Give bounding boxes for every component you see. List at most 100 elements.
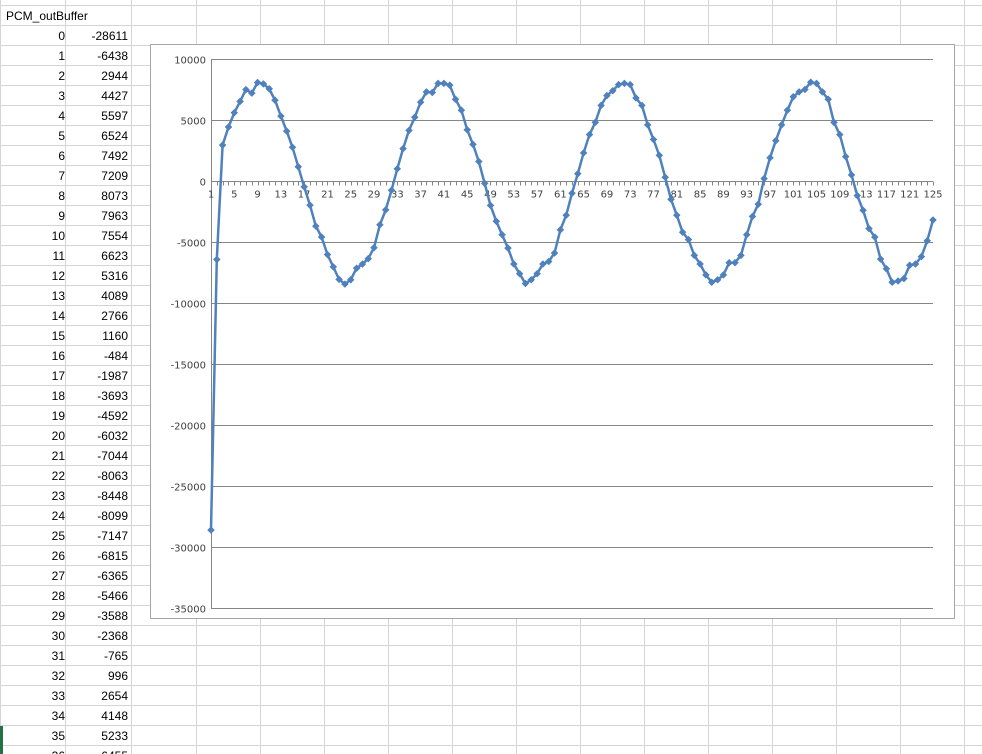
cell-value[interactable]: -28611 [92, 29, 129, 43]
cell-value[interactable]: -1987 [97, 369, 128, 383]
cell-value[interactable]: 2654 [101, 689, 128, 703]
data-point[interactable] [643, 121, 652, 129]
data-point[interactable] [626, 80, 635, 89]
data-point[interactable] [218, 141, 227, 149]
cell-index[interactable]: 23 [52, 489, 66, 503]
cell-value[interactable]: -5466 [97, 589, 128, 603]
cell-index[interactable]: 24 [52, 509, 66, 523]
cell-index[interactable]: 6 [58, 149, 65, 163]
cell-value[interactable]: 7963 [101, 209, 128, 223]
cell-index[interactable]: 16 [52, 349, 66, 363]
cell-index[interactable]: 0 [58, 29, 65, 43]
cell-value[interactable]: -4592 [97, 409, 128, 423]
data-point[interactable] [405, 126, 413, 135]
data-point[interactable] [573, 169, 582, 178]
cell-index[interactable]: 22 [52, 469, 66, 483]
cell-value[interactable]: 5597 [101, 109, 128, 123]
cell-value[interactable]: -2368 [97, 629, 128, 643]
cell-value[interactable]: 7554 [101, 229, 128, 243]
cell-value[interactable]: 6455 [101, 749, 128, 754]
cell-index[interactable]: 1 [58, 49, 65, 63]
series-line[interactable] [209, 80, 935, 531]
cell-index[interactable]: 28 [52, 589, 66, 603]
data-point[interactable] [841, 152, 850, 161]
data-point[interactable] [661, 173, 670, 182]
cell-value[interactable]: -6032 [97, 429, 128, 443]
cell-index[interactable]: 2 [58, 69, 65, 83]
cell-index[interactable]: 25 [52, 529, 66, 543]
data-point[interactable] [766, 153, 774, 162]
cell-value[interactable]: -3588 [97, 609, 128, 623]
cell-index[interactable]: 12 [52, 269, 66, 283]
cell-value[interactable]: 5233 [101, 729, 128, 743]
data-point[interactable] [463, 125, 472, 134]
cell-index[interactable]: 21 [52, 449, 66, 463]
data-point[interactable] [399, 144, 407, 153]
data-point[interactable] [469, 140, 477, 149]
data-point[interactable] [562, 211, 571, 220]
data-point[interactable] [923, 236, 932, 245]
data-point[interactable] [888, 278, 897, 287]
cell-value[interactable]: -6438 [97, 49, 128, 63]
data-point[interactable] [649, 135, 658, 144]
cell-index[interactable]: 5 [58, 129, 65, 143]
cell-index[interactable]: 17 [52, 369, 66, 383]
data-point[interactable] [440, 79, 448, 88]
cell-value[interactable]: 5316 [101, 269, 128, 283]
cell-value[interactable]: 8073 [101, 189, 128, 203]
data-point[interactable] [672, 211, 681, 220]
cell-value[interactable]: -6815 [97, 549, 128, 563]
cell-value[interactable]: 2944 [101, 69, 128, 83]
cell-index[interactable]: 3 [58, 89, 65, 103]
data-point[interactable] [498, 230, 506, 239]
cell-value[interactable]: 4148 [101, 709, 128, 723]
data-point[interactable] [556, 225, 565, 234]
cell-value[interactable]: -7044 [97, 449, 128, 463]
data-point[interactable] [929, 216, 937, 224]
cell-value[interactable]: -6365 [97, 569, 128, 583]
data-point[interactable] [859, 206, 867, 215]
cell-value[interactable]: -3693 [97, 389, 128, 403]
cell-value[interactable]: -484 [104, 349, 128, 363]
data-point[interactable] [655, 151, 664, 160]
cell-value[interactable]: -7147 [97, 529, 128, 543]
cell-index[interactable]: 30 [52, 629, 66, 643]
data-point[interactable] [277, 112, 285, 120]
cell-index[interactable]: 34 [52, 709, 66, 723]
data-point[interactable] [742, 230, 751, 239]
data-point[interactable] [504, 244, 512, 252]
data-point[interactable] [306, 201, 314, 210]
cell-a1-header[interactable]: PCM_outBuffer [6, 9, 88, 23]
cell-index[interactable]: 7 [58, 169, 65, 183]
data-point[interactable] [486, 201, 495, 210]
data-point[interactable] [579, 149, 588, 157]
cell-index[interactable]: 10 [52, 229, 66, 243]
cell-index[interactable]: 26 [52, 549, 66, 563]
data-point[interactable] [492, 217, 501, 226]
cell-index[interactable]: 31 [52, 649, 66, 663]
cell-index[interactable]: 27 [52, 569, 66, 583]
cell-index[interactable]: 35 [52, 729, 66, 743]
cell-index[interactable]: 36 [52, 749, 66, 754]
data-point[interactable] [207, 526, 215, 534]
cell-index[interactable]: 15 [52, 329, 66, 343]
cell-index[interactable]: 9 [58, 209, 65, 223]
data-point[interactable] [847, 171, 856, 179]
data-point[interactable] [376, 220, 384, 229]
cell-index[interactable]: 19 [52, 409, 66, 423]
data-point[interactable] [480, 179, 489, 188]
cell-index[interactable]: 32 [52, 669, 66, 683]
data-point[interactable] [620, 79, 629, 88]
cell-value[interactable]: 2766 [101, 309, 128, 323]
line-chart[interactable]: 10000 5000 0 -5000 -10000 -15000 -20000 -25000 -… [150, 44, 955, 619]
cell-value[interactable]: 4427 [101, 89, 128, 103]
cell-value[interactable]: 6524 [101, 129, 128, 143]
cell-value[interactable]: -765 [104, 649, 128, 663]
data-point[interactable] [445, 81, 454, 90]
cell-value[interactable]: 7492 [101, 149, 128, 163]
cell-value[interactable]: 6623 [101, 249, 128, 263]
data-point[interactable] [212, 255, 221, 264]
cell-index[interactable]: 14 [52, 309, 66, 323]
data-point[interactable] [568, 189, 576, 198]
cell-index[interactable]: 29 [52, 609, 66, 623]
